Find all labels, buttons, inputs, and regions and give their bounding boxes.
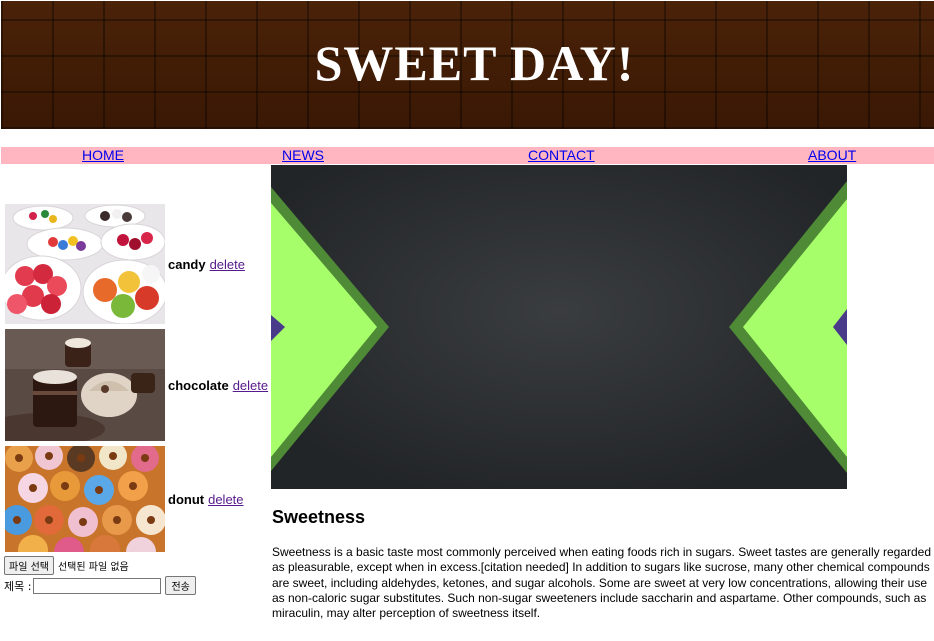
video-frame [271, 165, 847, 489]
nav-link-contact[interactable]: CONTACT [528, 147, 595, 164]
donut-image [5, 446, 165, 552]
nav-link-news[interactable]: NEWS [282, 147, 324, 164]
choose-file-button[interactable]: 파일 선택 [4, 556, 54, 575]
nav-bar: HOME NEWS CONTACT ABOUT [1, 147, 934, 164]
item-label: chocolate [168, 377, 229, 393]
header-banner: SWEET DAY! [1, 1, 934, 129]
list-item-donut: donut delete [5, 446, 244, 552]
video-player[interactable] [271, 165, 847, 489]
article-paragraph: Sweetness is a basic taste most commonly… [272, 545, 932, 621]
list-item-candy: candy delete [5, 204, 245, 324]
nav-link-about[interactable]: ABOUT [808, 147, 856, 164]
file-upload: 파일 선택 선택된 파일 없음 [4, 556, 129, 575]
title-label: 제목 : [4, 579, 32, 593]
nav-link-home[interactable]: HOME [82, 147, 124, 164]
title-form: 제목 : 전송 [4, 576, 196, 595]
candy-image [5, 204, 165, 324]
delete-link[interactable]: delete [233, 378, 268, 393]
article-heading: Sweetness [272, 507, 366, 527]
item-label: donut [168, 491, 205, 507]
submit-button[interactable]: 전송 [165, 576, 196, 595]
site-title: SWEET DAY! [314, 35, 635, 91]
file-status: 선택된 파일 없음 [57, 562, 129, 573]
delete-link[interactable]: delete [208, 492, 243, 507]
chocolate-image [5, 329, 165, 441]
delete-link[interactable]: delete [210, 257, 245, 272]
title-input[interactable] [33, 577, 162, 594]
list-item-chocolate: chocolate delete [5, 329, 268, 441]
item-label: candy [168, 256, 206, 272]
